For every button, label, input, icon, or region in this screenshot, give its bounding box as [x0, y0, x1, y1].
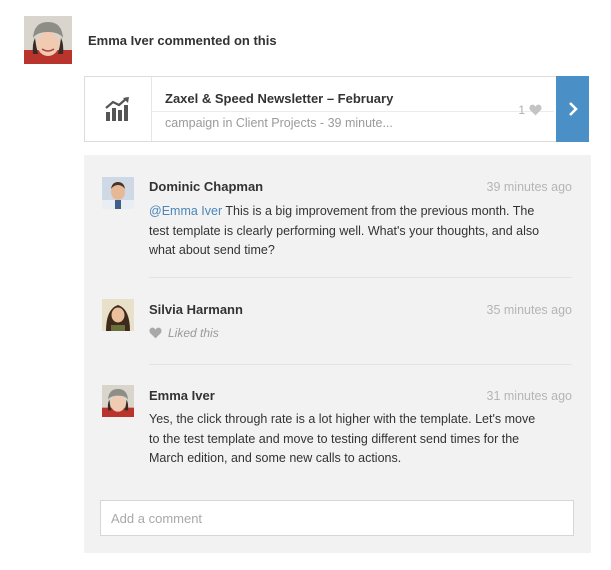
liked-label: Liked this: [168, 326, 219, 340]
avatar[interactable]: [102, 385, 134, 417]
add-comment-input[interactable]: [100, 500, 574, 536]
card-divider: [151, 111, 554, 112]
heart-icon: [149, 327, 162, 339]
campaign-card[interactable]: Zaxel & Speed Newsletter – February camp…: [84, 76, 589, 142]
mention-link[interactable]: @Emma Iver: [149, 204, 222, 218]
comment-time: 35 minutes ago: [486, 303, 572, 317]
campaign-icon-box: [85, 77, 152, 141]
comment-time: 31 minutes ago: [486, 389, 572, 403]
dominic-avatar-image: [102, 177, 134, 209]
avatar[interactable]: [102, 177, 134, 209]
bar-chart-trend-icon: [105, 97, 129, 121]
open-campaign-button[interactable]: [556, 76, 589, 142]
emma-avatar-image: [102, 385, 134, 417]
heart-icon[interactable]: [529, 104, 542, 116]
comment-divider: [149, 277, 572, 278]
comment-divider: [149, 364, 572, 365]
liked-indicator: Liked this: [149, 326, 219, 340]
emma-avatar-image: [24, 16, 72, 64]
comment-time: 39 minutes ago: [486, 180, 572, 194]
avatar[interactable]: [102, 299, 134, 331]
comment-body: Yes, the click through rate is a lot hig…: [149, 412, 536, 465]
comments-panel: Dominic Chapman 39 minutes ago @Emma Ive…: [84, 155, 591, 553]
campaign-title[interactable]: Zaxel & Speed Newsletter – February: [165, 91, 393, 106]
silvia-avatar-image: [102, 299, 134, 331]
campaign-subtitle: campaign in Client Projects - 39 minute.…: [165, 116, 393, 130]
comment-author[interactable]: Emma Iver: [149, 388, 215, 403]
comment-author[interactable]: Silvia Harmann: [149, 302, 243, 317]
chevron-right-icon: [568, 102, 578, 116]
like-control[interactable]: 1: [518, 103, 542, 117]
actor-avatar[interactable]: [24, 16, 72, 64]
comment-author[interactable]: Dominic Chapman: [149, 179, 263, 194]
activity-title: Emma Iver commented on this: [88, 33, 277, 48]
comment-text: @Emma Iver This is a big improvement fro…: [149, 202, 544, 261]
like-count: 1: [518, 103, 525, 117]
